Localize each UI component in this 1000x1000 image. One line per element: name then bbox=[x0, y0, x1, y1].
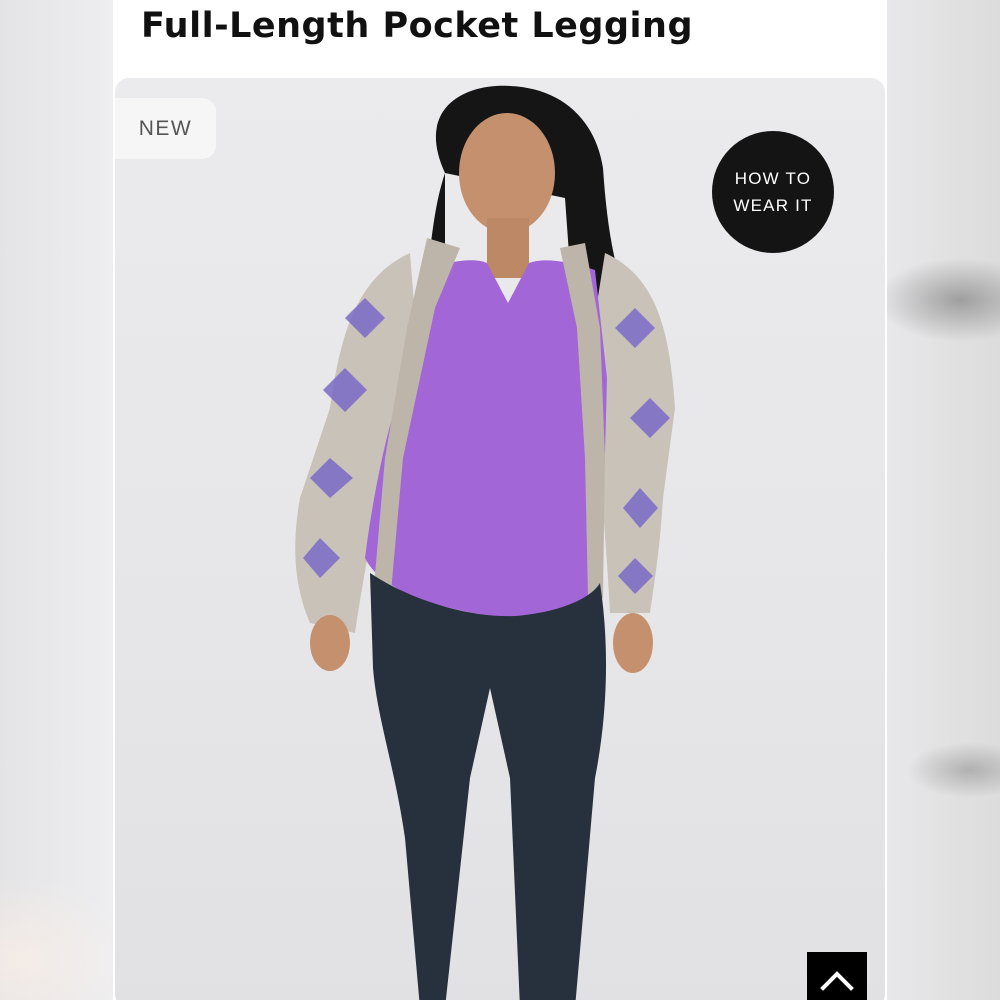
product-title: Full-Length Pocket Legging bbox=[141, 6, 693, 46]
chevron-up-icon bbox=[820, 971, 854, 991]
how-to-wear-line2: WEAR IT bbox=[733, 196, 813, 215]
product-image[interactable]: NEW HOW TO WEAR IT bbox=[115, 78, 885, 1000]
scroll-to-top-button[interactable] bbox=[807, 952, 867, 1000]
model-face bbox=[459, 113, 555, 233]
new-badge: NEW bbox=[115, 98, 216, 159]
how-to-wear-button[interactable]: HOW TO WEAR IT bbox=[712, 131, 834, 253]
product-panel: Full-Length Pocket Legging NEW HOW TO WE… bbox=[113, 0, 887, 1000]
navy-leggings bbox=[370, 573, 607, 1000]
how-to-wear-line1: HOW TO bbox=[734, 169, 812, 188]
